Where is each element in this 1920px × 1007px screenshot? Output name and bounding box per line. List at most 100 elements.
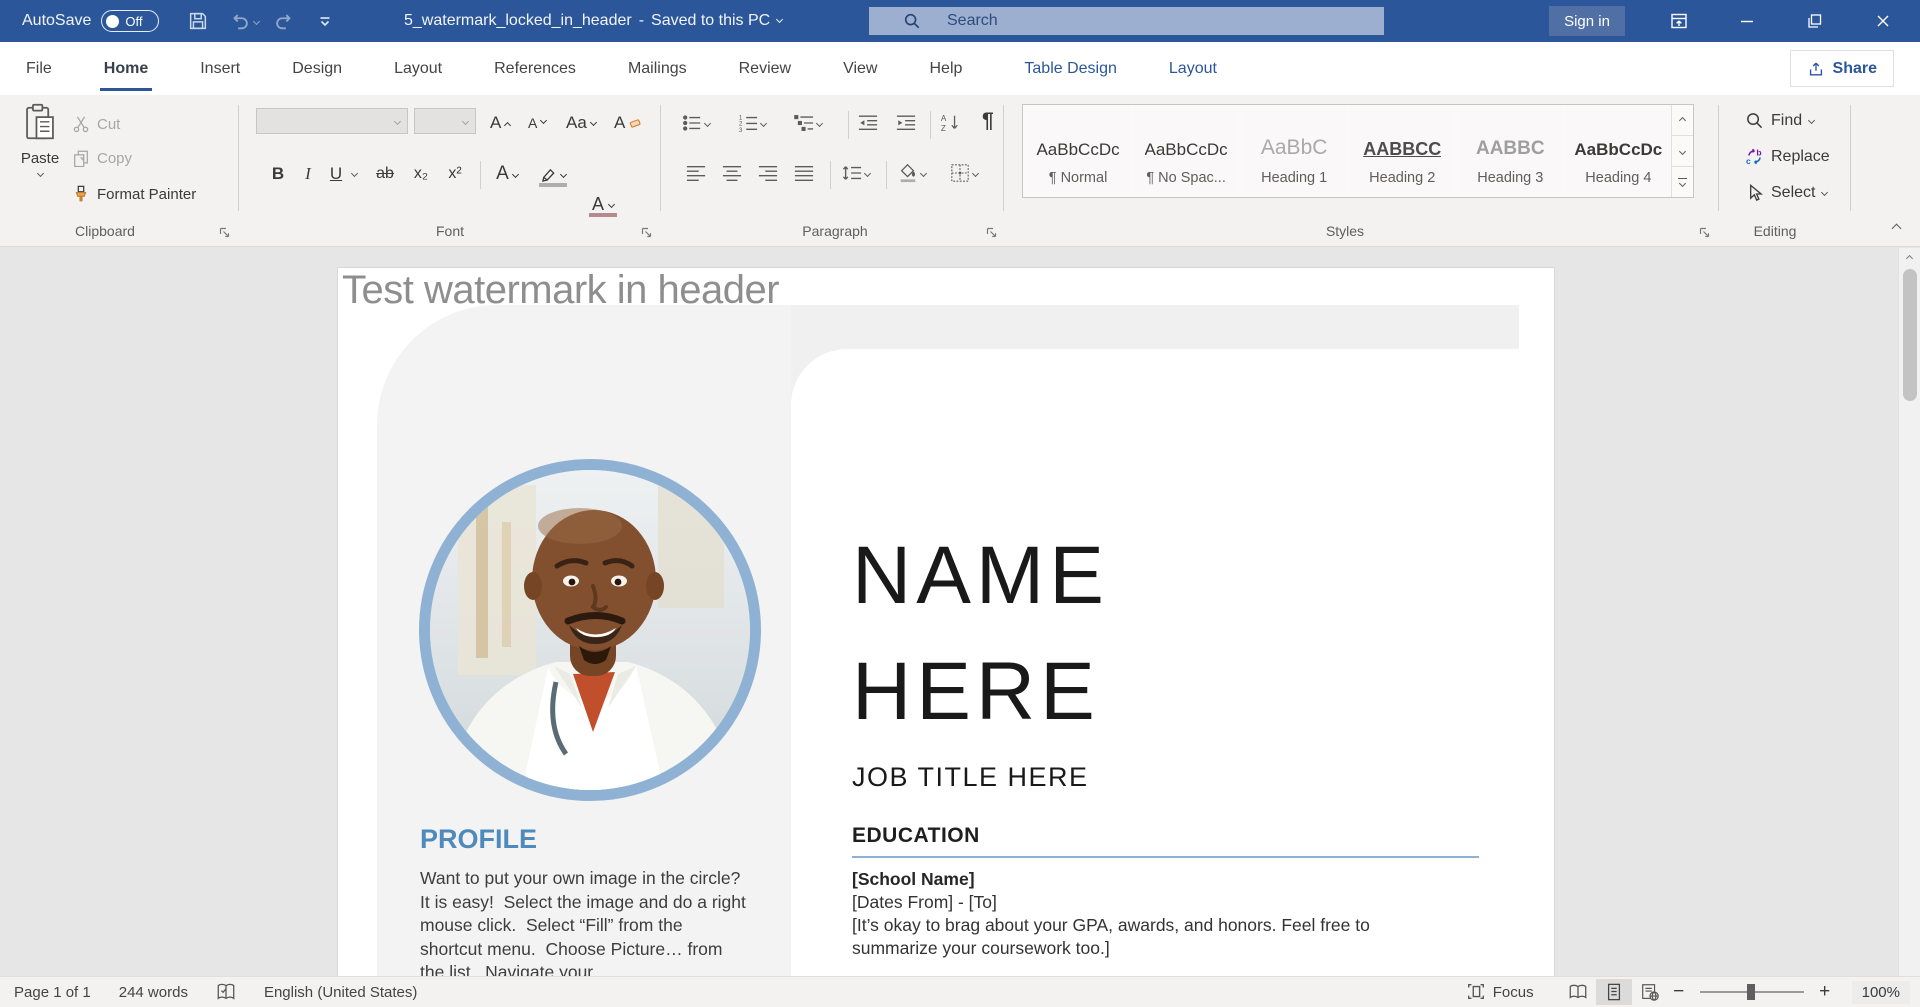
select-button[interactable]: Select — [1745, 183, 1827, 202]
proofing-status-icon[interactable] — [216, 982, 236, 1002]
italic-button[interactable]: I — [298, 159, 318, 189]
font-name-select[interactable] — [256, 108, 408, 134]
document-page[interactable]: Test watermark in header — [337, 267, 1555, 976]
ribbon-display-options-button[interactable] — [1654, 0, 1704, 42]
zoom-out-button[interactable]: − — [1668, 981, 1690, 1003]
tab-help[interactable]: Help — [903, 42, 988, 95]
tab-home[interactable]: Home — [78, 42, 174, 95]
undo-button[interactable] — [229, 10, 259, 32]
style-no-spacing[interactable]: AaBbCcDc ¶ No Spac... — [1134, 108, 1238, 194]
styles-more-button[interactable] — [1672, 167, 1693, 197]
highlight-color-button[interactable] — [538, 159, 568, 189]
style-heading-4[interactable]: AaBbCcDc Heading 4 — [1566, 108, 1670, 194]
document-title[interactable]: 5_watermark_locked_in_header - Saved to … — [404, 0, 782, 42]
share-button[interactable]: Share — [1790, 50, 1894, 87]
sign-in-button[interactable]: Sign in — [1549, 6, 1625, 36]
document-canvas[interactable]: Test watermark in header — [0, 248, 1920, 976]
borders-button[interactable] — [950, 163, 978, 183]
profile-body[interactable]: Want to put your own image in the circle… — [420, 867, 746, 976]
tab-mailings[interactable]: Mailings — [602, 42, 713, 95]
copy-button[interactable]: Copy — [72, 149, 132, 167]
line-spacing-button[interactable] — [842, 163, 870, 183]
tab-review[interactable]: Review — [713, 42, 817, 95]
education-dates[interactable]: [Dates From] - [To] — [852, 892, 997, 913]
superscript-button[interactable]: x² — [442, 159, 468, 189]
underline-dropdown-icon[interactable] — [351, 170, 358, 177]
align-left-button[interactable] — [686, 163, 706, 183]
styles-scroll-down-button[interactable] — [1672, 136, 1693, 167]
align-center-button[interactable] — [722, 163, 742, 183]
style-normal[interactable]: AaBbCcDc ¶ Normal — [1026, 108, 1130, 194]
styles-dialog-launcher[interactable] — [1698, 226, 1711, 239]
save-button[interactable] — [187, 10, 209, 32]
show-formatting-marks-button[interactable]: ¶ — [982, 109, 994, 133]
justify-button[interactable] — [794, 163, 814, 183]
underline-button[interactable]: U — [326, 159, 346, 189]
page-indicator[interactable]: Page 1 of 1 — [14, 984, 91, 1001]
change-case-button[interactable]: Aa — [566, 109, 596, 136]
clear-formatting-button[interactable]: A — [614, 109, 641, 136]
watermark-text[interactable]: Test watermark in header — [342, 268, 779, 313]
paragraph-dialog-launcher[interactable] — [985, 226, 998, 239]
align-right-button[interactable] — [758, 163, 778, 183]
read-mode-button[interactable] — [1560, 979, 1596, 1005]
focus-mode-button[interactable]: Focus — [1466, 982, 1534, 1002]
font-dialog-launcher[interactable] — [640, 226, 653, 239]
search-box[interactable]: Search — [869, 7, 1384, 35]
font-size-select[interactable] — [414, 108, 476, 134]
find-button[interactable]: Find — [1745, 111, 1814, 130]
increase-indent-button[interactable] — [896, 113, 916, 133]
resume-name[interactable]: NAME HERE — [852, 518, 1322, 750]
collapse-ribbon-button[interactable] — [1892, 224, 1902, 234]
scrollbar-thumb[interactable] — [1903, 269, 1917, 401]
sort-button[interactable]: A Z — [940, 113, 960, 133]
education-description[interactable]: [It’s okay to brag about your GPA, award… — [852, 914, 1452, 960]
print-layout-button[interactable] — [1596, 979, 1632, 1005]
cut-button[interactable]: Cut — [72, 115, 120, 133]
zoom-slider-thumb[interactable] — [1747, 984, 1755, 1000]
zoom-in-button[interactable]: + — [1814, 981, 1836, 1003]
style-heading-2[interactable]: AABBCC Heading 2 — [1350, 108, 1454, 194]
word-count[interactable]: 244 words — [119, 984, 188, 1001]
tab-table-layout[interactable]: Layout — [1143, 42, 1243, 95]
tab-file[interactable]: File — [0, 42, 78, 95]
web-layout-button[interactable] — [1632, 979, 1668, 1005]
profile-heading[interactable]: PROFILE — [420, 824, 537, 855]
multilevel-list-button[interactable] — [794, 113, 822, 133]
vertical-scrollbar[interactable] — [1898, 248, 1920, 976]
shrink-font-button[interactable]: A — [528, 109, 546, 136]
decrease-indent-button[interactable] — [858, 113, 878, 133]
replace-button[interactable]: b c Replace — [1745, 147, 1830, 166]
language-indicator[interactable]: English (United States) — [264, 984, 417, 1001]
format-painter-button[interactable]: Format Painter — [72, 185, 196, 203]
redo-button[interactable] — [273, 10, 295, 32]
paste-button[interactable]: Paste — [14, 103, 66, 213]
numbering-button[interactable]: 1 2 3 — [738, 113, 766, 133]
clipboard-dialog-launcher[interactable] — [218, 226, 231, 239]
tab-insert[interactable]: Insert — [174, 42, 266, 95]
tab-layout[interactable]: Layout — [368, 42, 468, 95]
subscript-button[interactable]: x₂ — [408, 159, 434, 189]
tab-view[interactable]: View — [817, 42, 903, 95]
tab-table-design[interactable]: Table Design — [998, 42, 1143, 95]
education-heading[interactable]: EDUCATION — [852, 824, 980, 848]
customize-quick-access-button[interactable] — [317, 13, 333, 29]
resume-job-title[interactable]: JOB TITLE HERE — [852, 762, 1089, 793]
zoom-level[interactable]: 100% — [1852, 981, 1910, 1004]
tab-design[interactable]: Design — [266, 42, 368, 95]
shading-button[interactable] — [898, 163, 926, 183]
strikethrough-button[interactable]: ab — [372, 159, 398, 189]
autosave-toggle[interactable]: Off — [101, 10, 159, 32]
style-heading-1[interactable]: AaBbC Heading 1 — [1242, 108, 1346, 194]
text-effects-button[interactable]: A — [492, 159, 522, 189]
close-button[interactable] — [1858, 0, 1908, 42]
profile-photo[interactable] — [419, 459, 761, 801]
font-color-button[interactable]: A — [588, 189, 618, 219]
scrollbar-up-button[interactable] — [1899, 248, 1920, 268]
styles-scroll-up-button[interactable] — [1672, 105, 1693, 136]
education-school[interactable]: [School Name] — [852, 869, 975, 890]
bold-button[interactable]: B — [266, 159, 290, 189]
bullets-button[interactable] — [682, 113, 710, 133]
zoom-slider[interactable] — [1700, 991, 1804, 993]
grow-font-button[interactable]: A — [490, 109, 510, 136]
